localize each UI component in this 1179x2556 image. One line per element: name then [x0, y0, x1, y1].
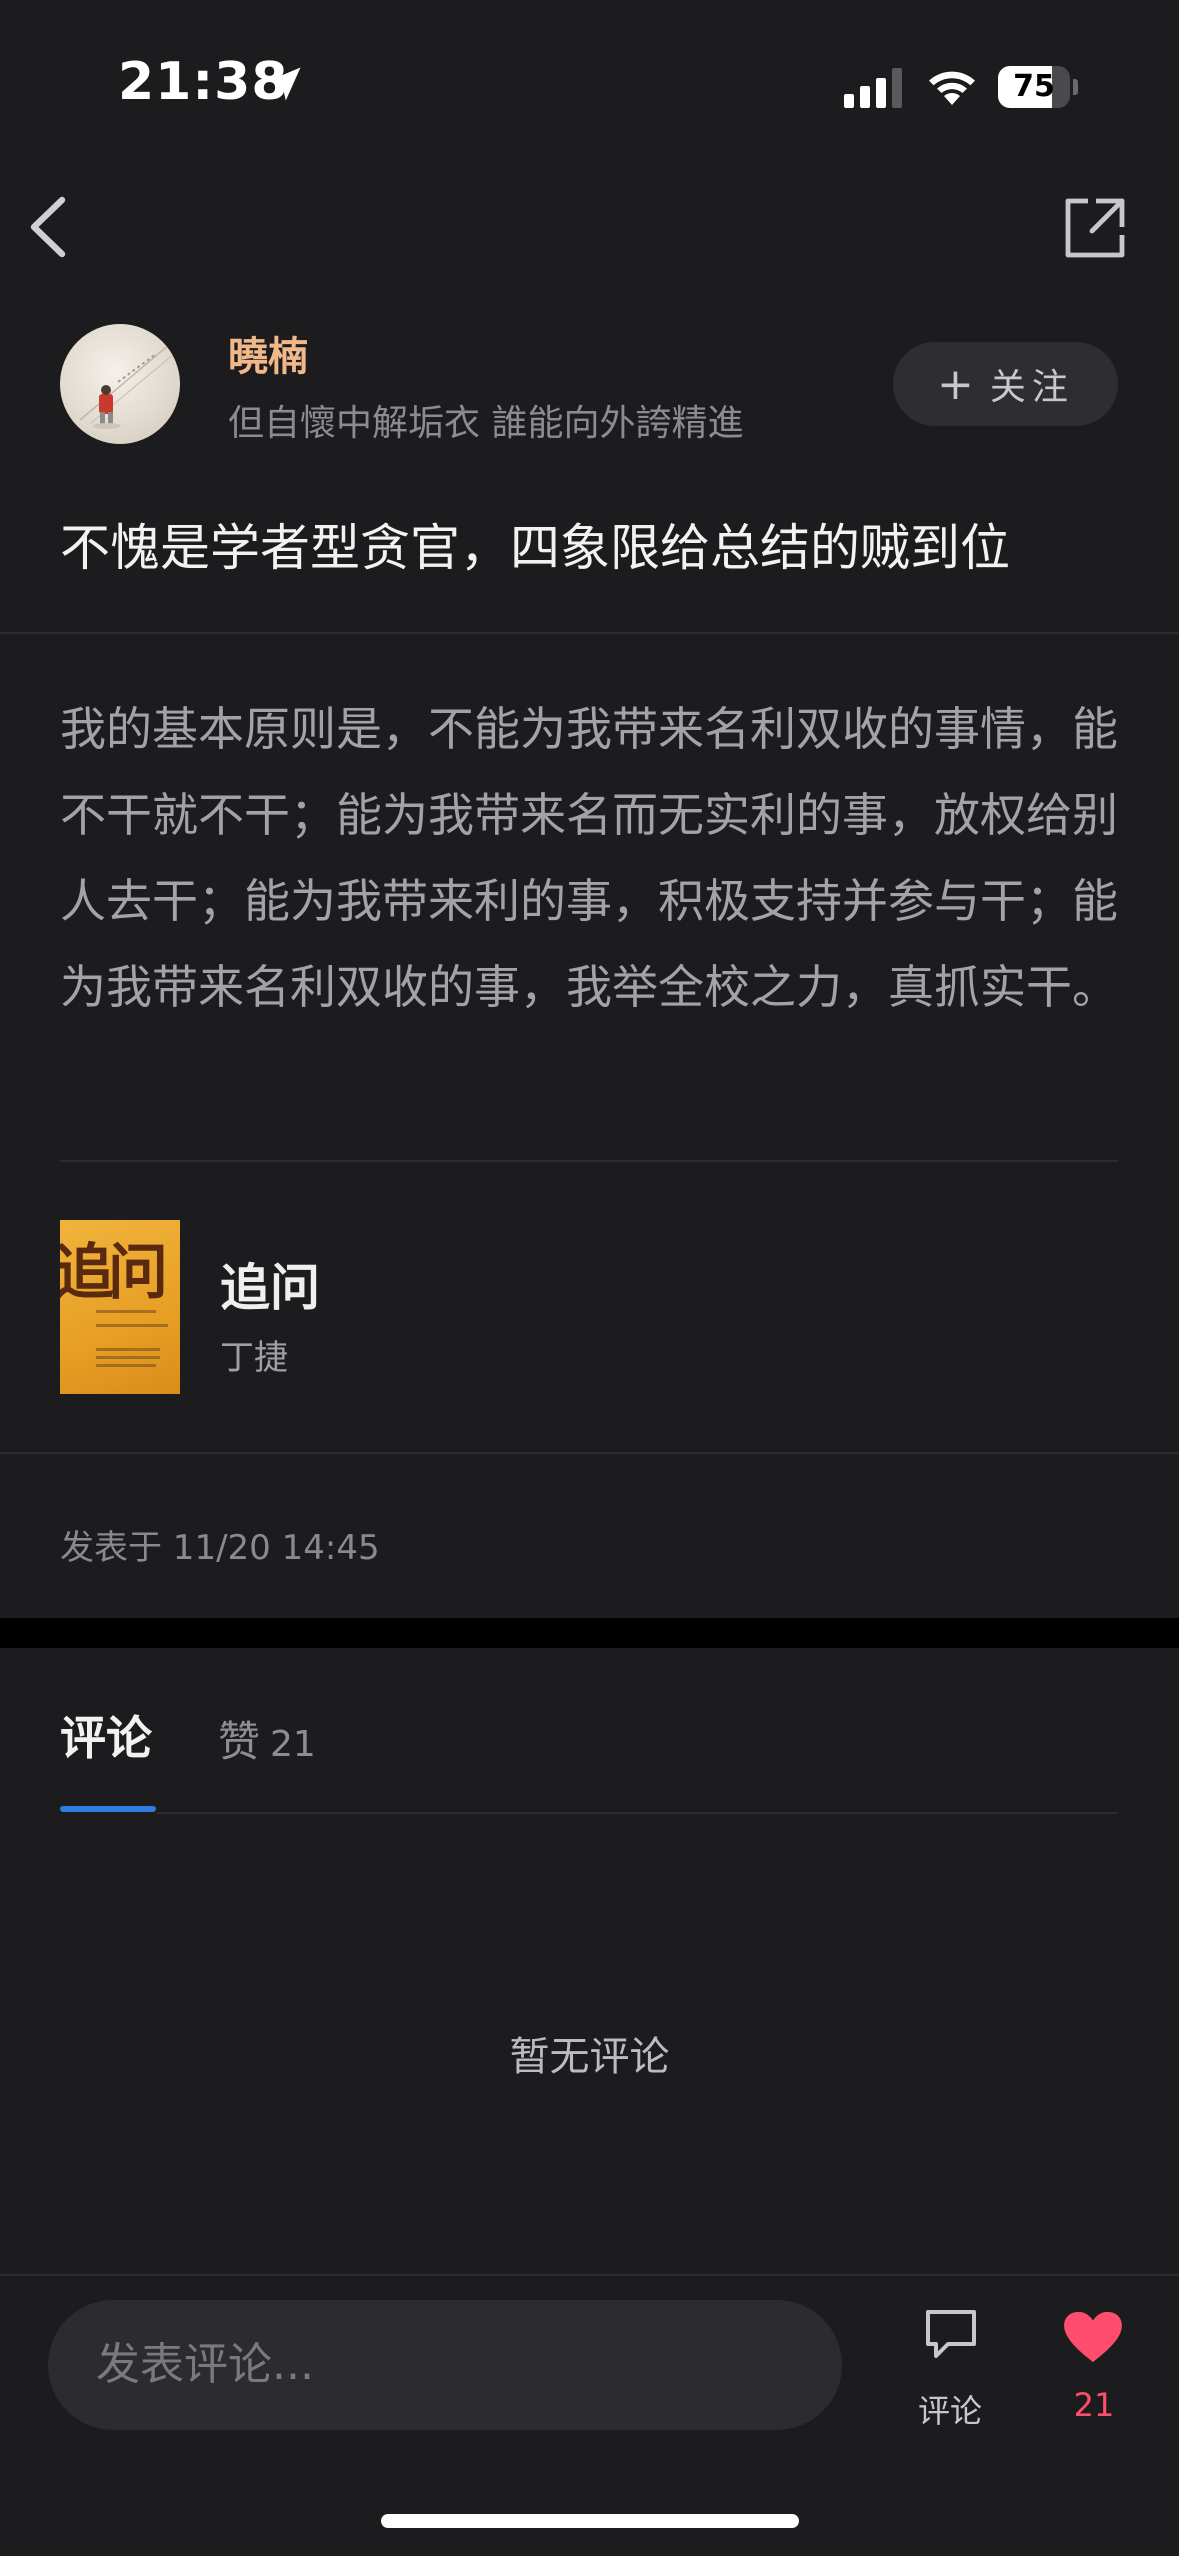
divider: [156, 1812, 1118, 1814]
tab-active-indicator: [60, 1806, 156, 1812]
battery-percent: 75: [1013, 69, 1055, 104]
author-bio: 但自懷中解垢衣 誰能向外誇精進: [228, 403, 744, 444]
comment-button-label: 评论: [917, 2392, 982, 2430]
battery-cap: [1073, 79, 1078, 95]
share-icon[interactable]: [1062, 195, 1128, 261]
divider: [60, 1160, 1118, 1162]
book-author: 丁捷: [220, 1338, 288, 1378]
like-button[interactable]: 21: [1046, 2306, 1142, 2426]
divider: [0, 2274, 1179, 2276]
like-count: 21: [1073, 2386, 1115, 2424]
cover-decoration: [96, 1356, 160, 1359]
app-root: 21:38 75 曉楠 但自懷中解垢衣 誰能向外誇精進 + 关注 不愧是学者型贪…: [0, 0, 1179, 2556]
post-timestamp: 发表于 11/20 14:45: [60, 1528, 380, 1568]
tab-comments[interactable]: 评论: [60, 1702, 152, 1768]
book-cover-title: 追问: [60, 1238, 168, 1308]
empty-comments-text: 暂无评论: [509, 2034, 670, 2080]
quote-text: 我的基本原则是，不能为我带来名利双收的事情，能不干就不干；能为我带来名而无实利的…: [60, 702, 1118, 1014]
divider: [0, 632, 1179, 634]
book-cover[interactable]: 追问: [60, 1220, 180, 1394]
plus-icon: +: [937, 358, 980, 410]
battery-body: 75: [998, 66, 1070, 108]
cover-decoration: [96, 1364, 156, 1367]
avatar-image: [79, 343, 175, 429]
comment-input[interactable]: 发表评论...: [48, 2300, 842, 2430]
cellular-signal-icon: [844, 68, 902, 108]
divider: [0, 1452, 1179, 1454]
home-indicator: [381, 2514, 799, 2528]
heart-icon: [1064, 2311, 1122, 2363]
author-name[interactable]: 曉楠: [228, 324, 308, 382]
follow-label: 关注: [989, 367, 1074, 408]
tab-likes-label: 赞: [218, 1717, 261, 1766]
wifi-icon: [929, 71, 975, 105]
cover-decoration: [96, 1310, 156, 1313]
cover-decoration: [96, 1324, 168, 1327]
tab-likes[interactable]: 赞 21: [218, 1708, 316, 1769]
follow-button[interactable]: + 关注: [893, 342, 1118, 426]
location-arrow-icon: [267, 67, 301, 101]
back-chevron-icon[interactable]: [18, 192, 78, 262]
section-separator: [0, 1618, 1179, 1648]
comment-button[interactable]: 评论: [902, 2306, 998, 2430]
book-title[interactable]: 追问: [220, 1248, 320, 1320]
comment-bubble-icon: [926, 2310, 976, 2358]
battery-icon: 75: [998, 66, 1078, 108]
tab-likes-count: 21: [270, 1724, 316, 1765]
cover-decoration: [96, 1348, 160, 1351]
status-bar: 21:38 75: [0, 0, 1179, 150]
post-title: 不愧是学者型贪官，四象限给总结的贼到位: [60, 519, 1010, 577]
avatar[interactable]: [60, 324, 180, 444]
